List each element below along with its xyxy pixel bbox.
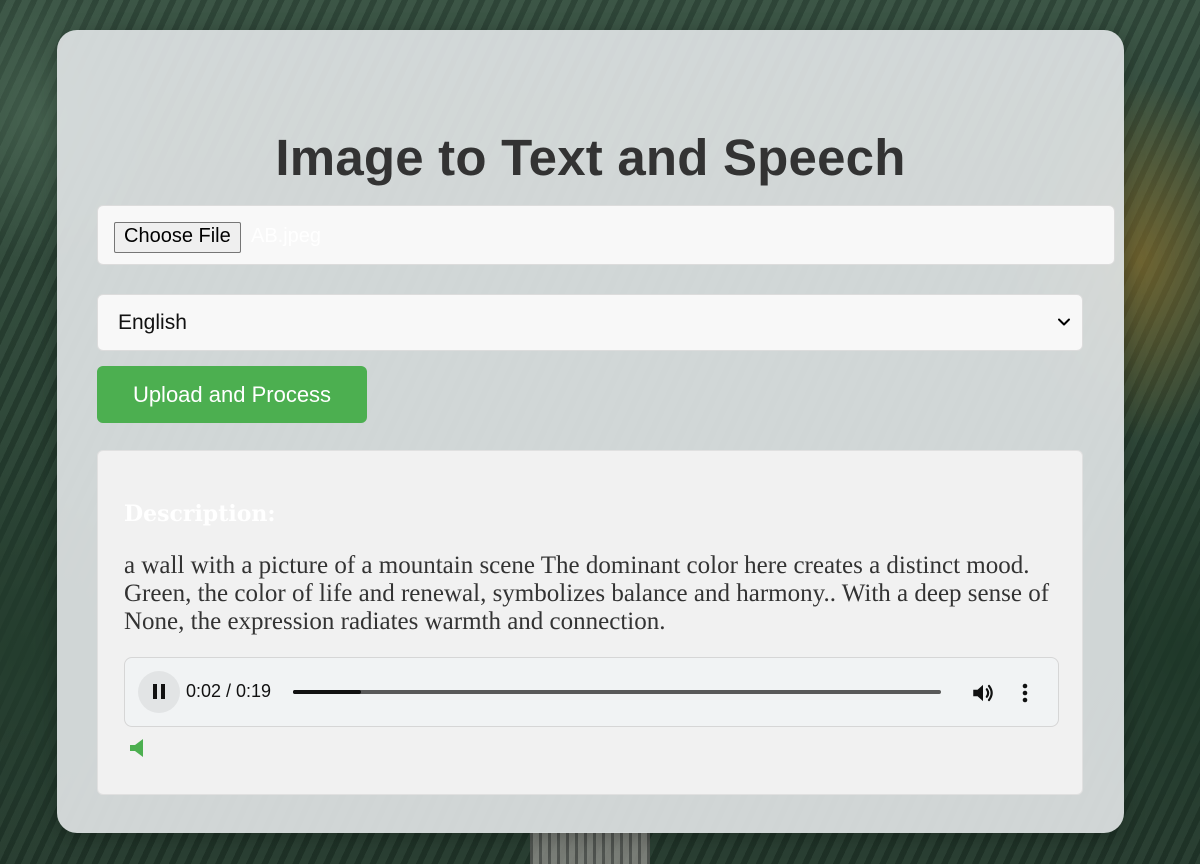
description-heading: Description: — [124, 501, 276, 527]
selected-file-name: AB.jpeg — [251, 225, 322, 247]
volume-icon[interactable] — [970, 680, 996, 706]
upload-and-process-button[interactable]: Upload and Process — [97, 366, 367, 423]
more-options-icon[interactable] — [1015, 680, 1035, 706]
audio-player[interactable]: 0:02 / 0:19 — [124, 657, 1059, 727]
choose-file-button[interactable]: Choose File — [114, 222, 241, 253]
audio-progress-fill — [293, 690, 362, 694]
description-text: a wall with a picture of a mountain scen… — [124, 552, 1050, 635]
chevron-down-icon — [1058, 318, 1070, 326]
result-panel: Description: a wall with a picture of a … — [97, 450, 1083, 795]
pause-button[interactable] — [138, 671, 180, 713]
language-select[interactable]: English — [97, 294, 1083, 351]
language-select-value: English — [118, 311, 187, 334]
bridge-background-detail — [530, 832, 650, 864]
main-card: Image to Text and Speech Choose File AB.… — [57, 30, 1124, 833]
page-title: Image to Text and Speech — [275, 129, 906, 186]
speaker-icon[interactable] — [128, 737, 148, 759]
file-input[interactable]: Choose File AB.jpeg — [97, 205, 1115, 265]
audio-time-display: 0:02 / 0:19 — [186, 681, 272, 701]
audio-progress-bar[interactable] — [293, 690, 941, 694]
